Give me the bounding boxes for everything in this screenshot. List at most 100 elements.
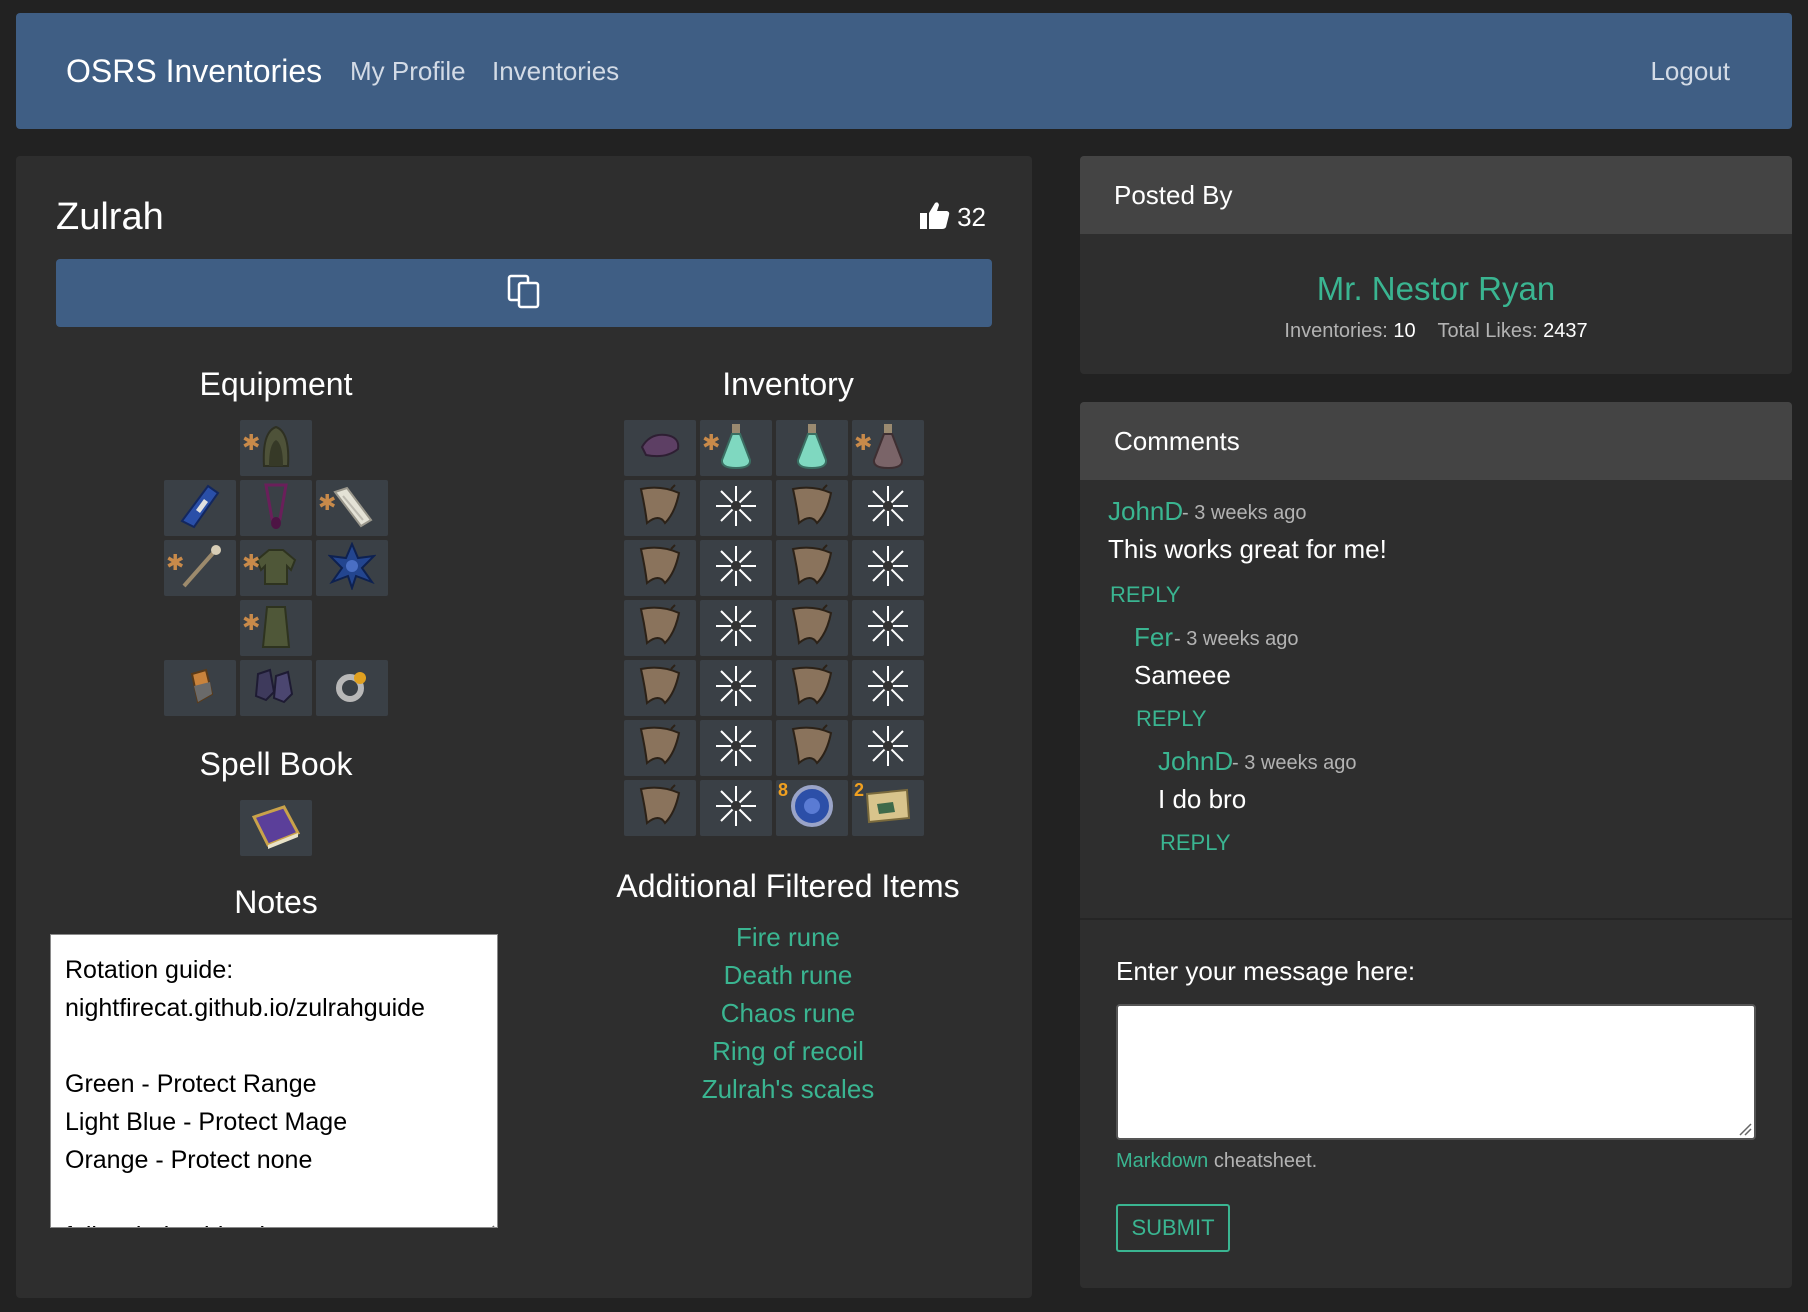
inventory-slot-24[interactable]: [852, 720, 924, 776]
equipment-slot-cape[interactable]: [164, 480, 236, 536]
inventory-slot-20[interactable]: [852, 660, 924, 716]
super-restore-icon: [714, 664, 758, 713]
spellbook-slot[interactable]: [240, 800, 312, 856]
super-restore-icon: [714, 784, 758, 833]
comment-body: I do bro: [1158, 784, 1247, 814]
placeholder-star-icon: ✱: [242, 430, 261, 455]
placeholder-star-icon: ✱: [854, 430, 873, 455]
inventory-slot-26[interactable]: [700, 780, 772, 836]
comment-timestamp: - 3 weeks ago: [1232, 752, 1357, 774]
equipment-slot-legs[interactable]: ✱: [240, 600, 312, 656]
thumbs-up-icon[interactable]: [919, 200, 951, 235]
inventory-slot-3[interactable]: [776, 420, 848, 476]
inventory-slot-9[interactable]: [624, 540, 696, 596]
inventory-slot-15[interactable]: [776, 600, 848, 656]
amulet-icon: [258, 481, 294, 536]
inventory-slot-4[interactable]: ✱: [852, 420, 924, 476]
nav-my-profile[interactable]: My Profile: [350, 13, 466, 129]
filtered-item-link[interactable]: Ring of recoil: [572, 1036, 1004, 1067]
manta-ray-icon: [789, 603, 835, 654]
comments-card: Comments JohnD - 3 weeks ago This works …: [1080, 402, 1792, 1288]
notes-textarea[interactable]: Rotation guide: nightfirecat.github.io/z…: [50, 934, 498, 1228]
resize-handle-icon[interactable]: [1738, 1122, 1752, 1136]
inventory-slot-10[interactable]: [700, 540, 772, 596]
equipment-slot-ring[interactable]: [316, 660, 388, 716]
equipment-slot-body[interactable]: ✱: [240, 540, 312, 596]
comment-body: This works great for me!: [1108, 534, 1387, 564]
message-label: Enter your message here:: [1116, 956, 1416, 986]
inventory-heading: Inventory: [722, 366, 854, 402]
manta-ray-icon: [637, 483, 683, 534]
super-restore-icon: [714, 484, 758, 533]
equipment-slot-weapon[interactable]: ✱: [164, 540, 236, 596]
comment-author-link[interactable]: JohnD: [1108, 496, 1183, 527]
nav-inventories[interactable]: Inventories: [492, 13, 619, 129]
inventory-slot-6[interactable]: [700, 480, 772, 536]
inventory-slot-23[interactable]: [776, 720, 848, 776]
comment-body: Sameee: [1134, 660, 1231, 690]
inventory-slot-25[interactable]: [624, 780, 696, 836]
copy-icon: [506, 273, 542, 314]
filtered-item-link[interactable]: Fire rune: [572, 922, 1004, 953]
message-textarea[interactable]: [1116, 1004, 1756, 1140]
inventory-slot-18[interactable]: [700, 660, 772, 716]
inventory-slot-1[interactable]: [624, 420, 696, 476]
posted-by-header: Posted By: [1080, 156, 1792, 234]
reply-button[interactable]: REPLY: [1160, 830, 1231, 856]
poster-name-link[interactable]: Mr. Nestor Ryan: [1080, 270, 1792, 308]
inventory-slot-8[interactable]: [852, 480, 924, 536]
gloves-icon: [182, 666, 218, 711]
resize-handle-icon[interactable]: [481, 1211, 495, 1227]
manta-ray-icon: [789, 483, 835, 534]
inventory-slot-5[interactable]: [624, 480, 696, 536]
cape-icon: [178, 483, 222, 534]
brand-logo-link[interactable]: OSRS Inventories: [66, 13, 322, 129]
inventory-slot-19[interactable]: [776, 660, 848, 716]
reply-button[interactable]: REPLY: [1136, 706, 1207, 732]
inventory-slot-11[interactable]: [776, 540, 848, 596]
robe-bottom-icon: [259, 603, 293, 654]
super-restore-icon: [714, 604, 758, 653]
mantle-icon: [636, 429, 684, 468]
inventory-slot-16[interactable]: [852, 600, 924, 656]
inventories-stat-value: 10: [1393, 320, 1416, 342]
logout-link[interactable]: Logout: [1650, 13, 1730, 129]
equipment-slot-head[interactable]: ✱: [240, 420, 312, 476]
inventory-slot-27[interactable]: 8: [776, 780, 848, 836]
copy-inventory-button[interactable]: [56, 259, 992, 327]
comment-timestamp: - 3 weeks ago: [1174, 628, 1299, 650]
spellbook-heading: Spell Book: [199, 746, 353, 782]
markdown-suffix: cheatsheet.: [1208, 1150, 1318, 1172]
inventory-slot-7[interactable]: [776, 480, 848, 536]
markdown-link[interactable]: Markdown: [1116, 1150, 1208, 1172]
inventory-card: Zulrah 32 Equipment Inventory Spell Book…: [16, 156, 1032, 1298]
equipment-slot-feet[interactable]: [240, 660, 312, 716]
super-restore-icon: [866, 724, 910, 773]
inventory-slot-13[interactable]: [624, 600, 696, 656]
equipment-slot-ammo[interactable]: ✱: [316, 480, 388, 536]
equipment-slot-shield[interactable]: [316, 540, 388, 596]
poster-stats: Inventories: 10 Total Likes: 2437: [1080, 320, 1792, 343]
filtered-item-link[interactable]: Zulrah's scales: [572, 1074, 1004, 1105]
inventory-slot-14[interactable]: [700, 600, 772, 656]
inventory-slot-21[interactable]: [624, 720, 696, 776]
inventory-slot-2[interactable]: ✱: [700, 420, 772, 476]
comments-divider: [1080, 918, 1792, 920]
inventory-slot-28[interactable]: 2: [852, 780, 924, 836]
submit-button[interactable]: SUBMIT: [1116, 1204, 1230, 1252]
inventory-slot-22[interactable]: [700, 720, 772, 776]
super-restore-icon: [714, 724, 758, 773]
filtered-item-link[interactable]: Death rune: [572, 960, 1004, 991]
inventory-slot-12[interactable]: [852, 540, 924, 596]
manta-ray-icon: [637, 783, 683, 834]
comment-author-link[interactable]: JohnD: [1158, 746, 1233, 777]
notes-line: Light Blue - Protect Mage: [65, 1108, 348, 1136]
placeholder-star-icon: ✱: [242, 550, 261, 575]
comment-author-link[interactable]: Fer: [1134, 622, 1173, 653]
reply-button[interactable]: REPLY: [1110, 582, 1181, 608]
equipment-slot-hands[interactable]: [164, 660, 236, 716]
inventory-slot-17[interactable]: [624, 660, 696, 716]
filtered-item-link[interactable]: Chaos rune: [572, 998, 1004, 1029]
manta-ray-icon: [637, 603, 683, 654]
equipment-slot-neck[interactable]: [240, 480, 312, 536]
